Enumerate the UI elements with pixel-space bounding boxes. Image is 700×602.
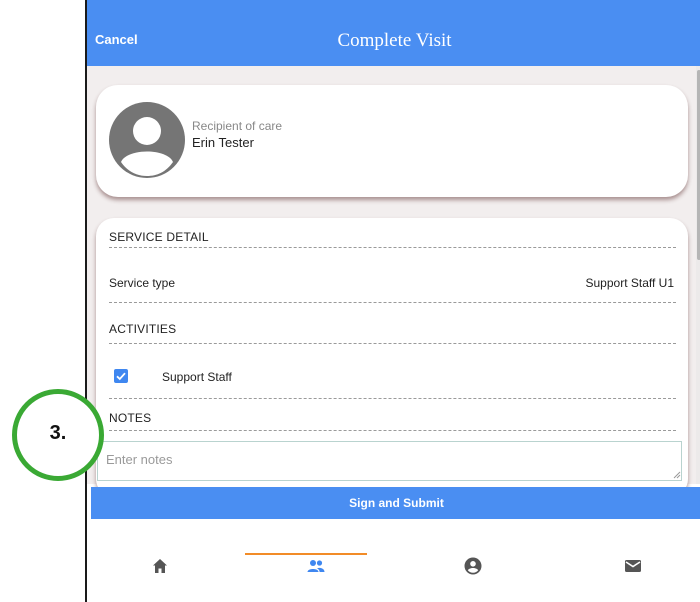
divider (109, 247, 676, 248)
service-type-value: Support Staff U1 (585, 276, 675, 290)
mail-icon[interactable] (621, 554, 645, 578)
recipient-name: Erin Tester (192, 135, 254, 150)
notes-input[interactable] (97, 441, 682, 481)
app-window: Cancel Complete Visit Recipient of care … (85, 0, 700, 602)
step-callout-label: 3. (49, 422, 67, 444)
activity-label: Support Staff (162, 370, 232, 384)
activity-checkbox[interactable] (114, 369, 128, 383)
account-icon[interactable] (461, 554, 485, 578)
sign-and-submit-button[interactable]: Sign and Submit (91, 487, 700, 519)
people-icon[interactable] (304, 554, 328, 578)
recipient-label: Recipient of care (192, 119, 283, 133)
step-callout: 3. (12, 389, 104, 481)
bottom-nav (87, 520, 700, 602)
main-content: Recipient of care Erin Tester SERVICE DE… (87, 66, 700, 497)
service-detail-heading: SERVICE DETAIL (109, 230, 209, 244)
recipient-card: Recipient of care Erin Tester (96, 85, 688, 197)
app-header: Cancel Complete Visit (87, 0, 700, 66)
home-icon[interactable] (148, 554, 172, 578)
service-type-label: Service type (109, 276, 176, 290)
divider (109, 430, 676, 431)
page-title: Complete Visit (337, 30, 452, 51)
avatar-icon (109, 102, 185, 178)
divider (109, 302, 676, 303)
divider (109, 398, 676, 399)
scrollbar[interactable] (696, 66, 700, 484)
activities-heading: ACTIVITIES (109, 322, 177, 336)
divider (109, 343, 676, 344)
resize-grip-icon[interactable] (673, 471, 681, 479)
notes-heading: NOTES (109, 411, 152, 425)
check-icon (116, 372, 126, 381)
